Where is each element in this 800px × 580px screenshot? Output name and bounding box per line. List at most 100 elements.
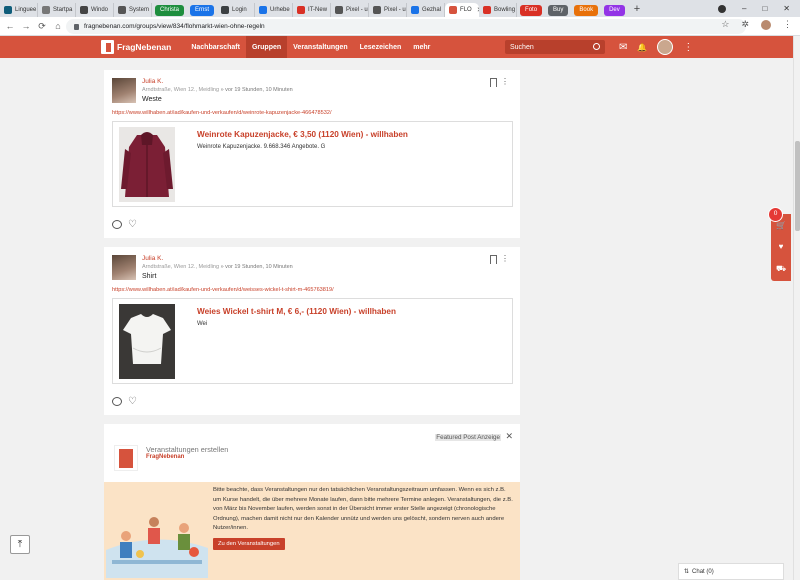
author-avatar[interactable] (112, 255, 136, 280)
post-meta: Arndtstraße, Wien 12., Meidling » vor 19… (142, 87, 293, 93)
tab-group-pill[interactable]: Book (574, 4, 599, 16)
header-more-icon[interactable]: ⋮ (683, 42, 693, 53)
scrollbar-thumb[interactable] (795, 141, 800, 231)
search-input[interactable]: Suchen (505, 40, 605, 54)
post-time: » vor 19 Stunden, 10 Minuten (220, 264, 293, 270)
link-preview-title[interactable]: Weinrote Kapuzenjacke, € 3,50 (1120 Wien… (197, 130, 408, 139)
tab-label: Bowling (494, 6, 516, 13)
post-time: » vor 19 Stunden, 10 Minuten (220, 87, 293, 93)
post-title: Weste (142, 96, 162, 103)
browser-menu-icon[interactable]: ⋮ (783, 19, 792, 30)
link-preview-title[interactable]: Weies Wickel t-shirt M, € 6,- (1120 Wien… (197, 307, 396, 316)
tab-group-pill[interactable]: Dev (604, 4, 625, 16)
link-preview-card[interactable]: Weinrote Kapuzenjacke, € 3,50 (1120 Wien… (112, 121, 513, 207)
events-button[interactable]: Zu den Veranstaltungen (213, 538, 285, 550)
reload-button[interactable]: ⟳ (34, 21, 50, 32)
featured-brand[interactable]: FragNebenan (146, 454, 184, 460)
tab-label: Gezhal (422, 6, 442, 13)
browser-tab[interactable]: Windo (76, 2, 114, 17)
jacket-thumbnail (119, 127, 175, 202)
home-button[interactable]: ⌂ (50, 21, 66, 31)
author-avatar[interactable] (112, 78, 136, 103)
tab-label: Linguee (15, 6, 37, 13)
featured-text: Bitte beachte, dass Veranstaltungen nur … (213, 487, 513, 532)
shirt-thumbnail (119, 304, 175, 379)
logo-door-icon (101, 40, 114, 54)
tab-favicon-icon (42, 5, 50, 14)
cart-icon[interactable]: 🛒 (776, 221, 786, 230)
nav-lesezeichen[interactable]: Lesezeichen (354, 36, 408, 58)
back-button[interactable]: ← (2, 21, 18, 31)
featured-body: Bitte beachte, dass Veranstaltungen nur … (104, 482, 520, 580)
post-title: Shirt (142, 273, 157, 280)
browser-tab[interactable]: Pixel - u (331, 2, 370, 17)
post-link[interactable]: https://www.willhaben.at/iad/kaufen-und-… (112, 110, 332, 116)
tab-label: Pixel - u (346, 6, 368, 13)
search-icon[interactable] (593, 43, 600, 50)
browser-tab[interactable]: Login (217, 2, 256, 17)
site-logo[interactable]: FragNebenan (101, 40, 171, 54)
new-tab-button[interactable]: + (634, 3, 640, 15)
tab-group-pill[interactable]: Buy (548, 4, 569, 16)
author-name[interactable]: Julia K. (142, 78, 163, 85)
bookmark-icon[interactable] (490, 255, 497, 264)
site-header: FragNebenan Nachbarschaft Gruppen Verans… (0, 36, 793, 58)
extensions-icon[interactable]: ✲ (741, 19, 749, 30)
window-controls: – □ ✕ (718, 0, 800, 17)
tab-label: Windo (91, 6, 109, 13)
user-avatar[interactable] (657, 39, 674, 55)
browser-tab[interactable]: Linguee (0, 2, 38, 17)
featured-post: Featured Post Anzeige ✕ Veranstaltungen … (104, 424, 520, 580)
tab-group-pill[interactable]: Ernst (190, 4, 215, 16)
url-text: fragnebenan.com/groups/view/834/flohmark… (84, 23, 265, 30)
forward-button[interactable]: → (18, 21, 34, 31)
like-heart-icon[interactable]: ♡ (128, 397, 137, 407)
browser-tab[interactable]: Pixel - u (369, 2, 408, 17)
address-bar-row: ← → ⟳ ⌂ fragnebenan.com/groups/view/834/… (0, 17, 800, 36)
post-menu-icon[interactable]: ⋮ (501, 77, 509, 86)
bookmark-icon[interactable] (490, 78, 497, 87)
scroll-to-top-button[interactable]: ⤒ (10, 535, 30, 554)
chat-icon: ⇅ (684, 569, 690, 575)
author-name[interactable]: Julia K. (142, 255, 163, 262)
featured-label: Featured Post Anzeige (435, 434, 501, 441)
post-link[interactable]: https://www.willhaben.at/iad/kaufen-und-… (112, 287, 334, 293)
nav-nachbarschaft[interactable]: Nachbarschaft (185, 36, 246, 58)
chat-widget[interactable]: ⇅ Chat (0) (678, 563, 784, 580)
post-menu-icon[interactable]: ⋮ (501, 254, 509, 263)
minimize-button[interactable]: – (742, 4, 746, 13)
browser-tab[interactable]: Gezhal (407, 2, 446, 17)
featured-title: Veranstaltungen erstellen (146, 445, 229, 454)
browser-tab[interactable]: IT-New (293, 2, 332, 17)
page-scrollbar[interactable] (793, 36, 800, 580)
nav-veranstaltungen[interactable]: Veranstaltungen (287, 36, 353, 58)
browser-tab[interactable]: System (114, 2, 152, 17)
people-illustration (106, 517, 208, 578)
close-icon[interactable]: ✕ (505, 431, 513, 442)
link-preview-card[interactable]: Weies Wickel t-shirt M, € 6,- (1120 Wien… (112, 298, 513, 384)
tab-group-pill[interactable]: Christa (155, 4, 185, 16)
post-card: Julia K. Arndtstraße, Wien 12., Meidling… (104, 247, 520, 415)
delivery-truck-icon[interactable]: ⛟ (776, 264, 786, 273)
nav-mehr[interactable]: mehr (407, 36, 436, 58)
tab-active[interactable]: FLO✕ (445, 2, 480, 17)
browser-profile-avatar[interactable] (761, 19, 771, 30)
profile-circle-icon[interactable] (718, 4, 726, 13)
tab-group-pill[interactable]: Foto (520, 4, 543, 16)
close-window-button[interactable]: ✕ (783, 4, 790, 13)
comment-icon[interactable] (112, 397, 122, 406)
tab-label: Pixel - u (384, 6, 406, 13)
bookmark-star-icon[interactable]: ☆ (721, 19, 729, 30)
maximize-button[interactable]: □ (762, 4, 767, 13)
bell-icon[interactable]: 🔔 (637, 43, 647, 52)
mail-icon[interactable]: ✉ (619, 42, 627, 53)
url-field[interactable]: fragnebenan.com/groups/view/834/flohmark… (66, 19, 746, 34)
browser-tab[interactable]: Startpa (38, 2, 76, 17)
browser-tab[interactable]: Bowling (479, 2, 518, 17)
comment-icon[interactable] (112, 220, 122, 229)
browser-tab[interactable]: Urhebe (255, 2, 294, 17)
nav-gruppen[interactable]: Gruppen (245, 36, 288, 58)
tab-favicon-icon (449, 5, 458, 14)
like-heart-icon[interactable]: ♡ (128, 220, 137, 230)
wishlist-heart-icon[interactable]: ♥ (776, 242, 786, 251)
